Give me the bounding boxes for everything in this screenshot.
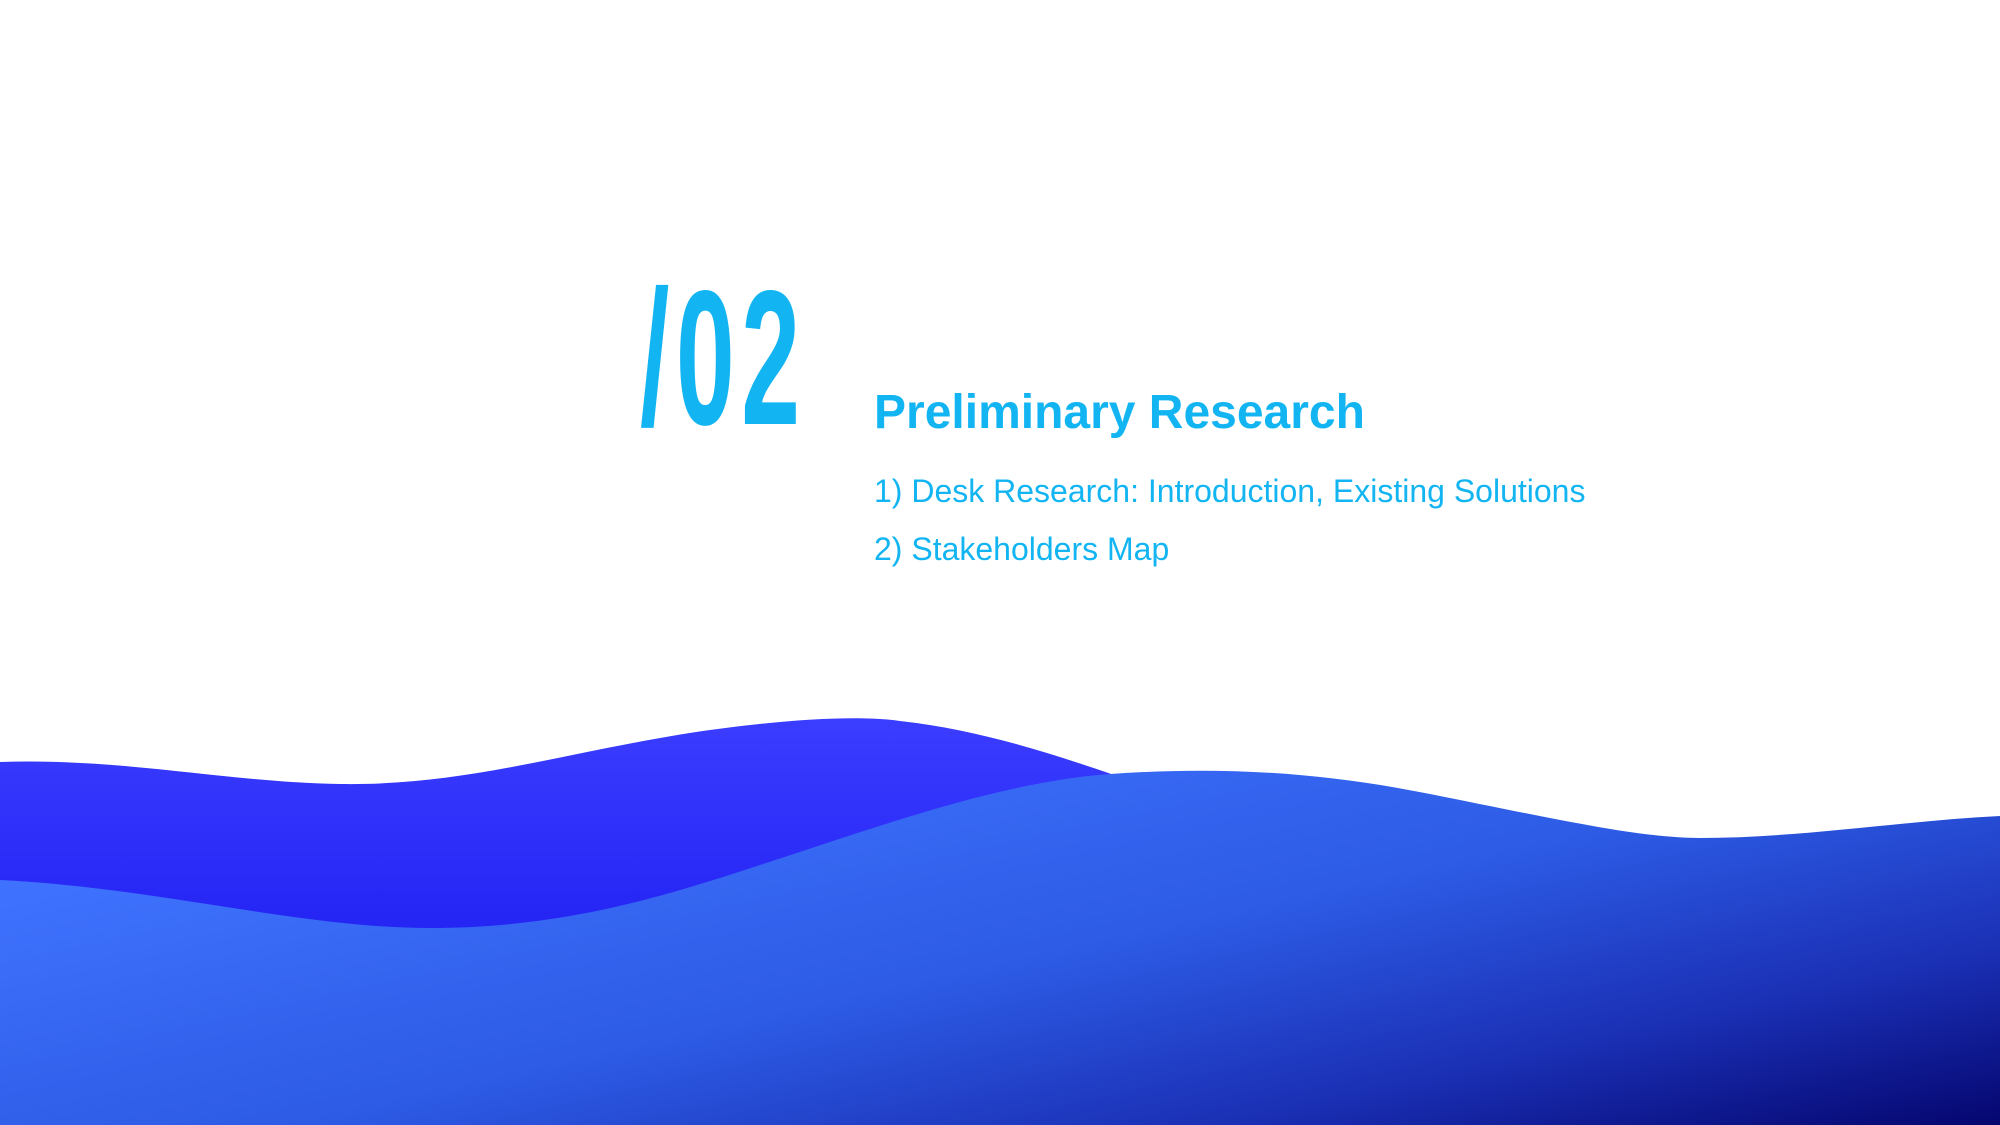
agenda-list: 1) Desk Research: Introduction, Existing… <box>874 472 1585 589</box>
agenda-item-desk-research: 1) Desk Research: Introduction, Existing… <box>874 473 1586 509</box>
agenda-item-stakeholders-map: 2) Stakeholders Map <box>874 531 1170 568</box>
slide-canvas: /02 Preliminary Research 1) Desk Researc… <box>0 0 2000 1125</box>
decorative-wave-graphic <box>0 718 2000 1125</box>
section-title: Preliminary Research <box>874 386 1365 439</box>
section-number: /02 <box>640 250 807 465</box>
